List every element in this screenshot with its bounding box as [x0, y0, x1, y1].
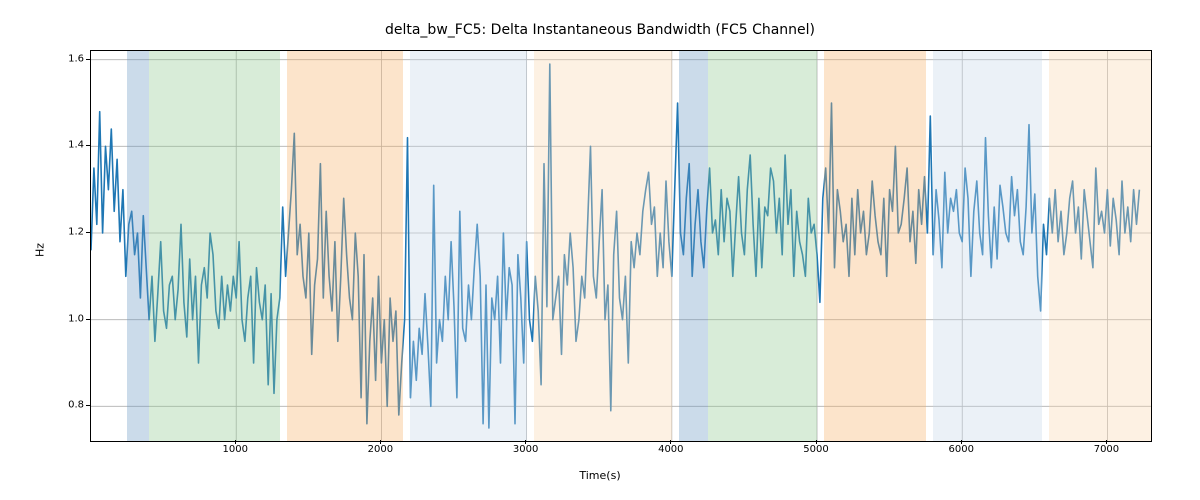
- background-span: [708, 51, 817, 441]
- x-tick-label: 6000: [948, 444, 973, 455]
- x-tick-mark: [380, 440, 381, 444]
- figure: delta_bw_FC5: Delta Instantaneous Bandwi…: [0, 0, 1200, 500]
- x-axis-label: Time(s): [0, 469, 1200, 482]
- background-span: [1049, 51, 1151, 441]
- y-tick-mark: [86, 59, 90, 60]
- background-span: [534, 51, 672, 441]
- x-tick-mark: [670, 440, 671, 444]
- x-tick-label: 1000: [222, 444, 247, 455]
- y-tick-label: 1.2: [44, 227, 84, 238]
- background-span: [149, 51, 280, 441]
- y-tick-mark: [86, 145, 90, 146]
- x-tick-label: 3000: [513, 444, 538, 455]
- background-span: [824, 51, 926, 441]
- background-span: [410, 51, 526, 441]
- y-tick-label: 1.4: [44, 140, 84, 151]
- x-tick-mark: [1106, 440, 1107, 444]
- x-tick-mark: [235, 440, 236, 444]
- x-tick-label: 2000: [368, 444, 393, 455]
- y-tick-label: 1.6: [44, 53, 84, 64]
- y-tick-label: 0.8: [44, 400, 84, 411]
- y-tick-mark: [86, 232, 90, 233]
- x-tick-label: 5000: [803, 444, 828, 455]
- y-tick-mark: [86, 319, 90, 320]
- background-span: [127, 51, 149, 441]
- y-tick-label: 1.0: [44, 313, 84, 324]
- chart-title: delta_bw_FC5: Delta Instantaneous Bandwi…: [0, 22, 1200, 38]
- x-tick-mark: [961, 440, 962, 444]
- y-tick-mark: [86, 405, 90, 406]
- x-tick-label: 4000: [658, 444, 683, 455]
- y-axis-label: Hz: [34, 243, 47, 257]
- x-tick-mark: [525, 440, 526, 444]
- background-span: [933, 51, 1042, 441]
- x-tick-label: 7000: [1094, 444, 1119, 455]
- plot-area: [90, 50, 1152, 442]
- background-span: [287, 51, 403, 441]
- background-span: [679, 51, 708, 441]
- x-tick-mark: [816, 440, 817, 444]
